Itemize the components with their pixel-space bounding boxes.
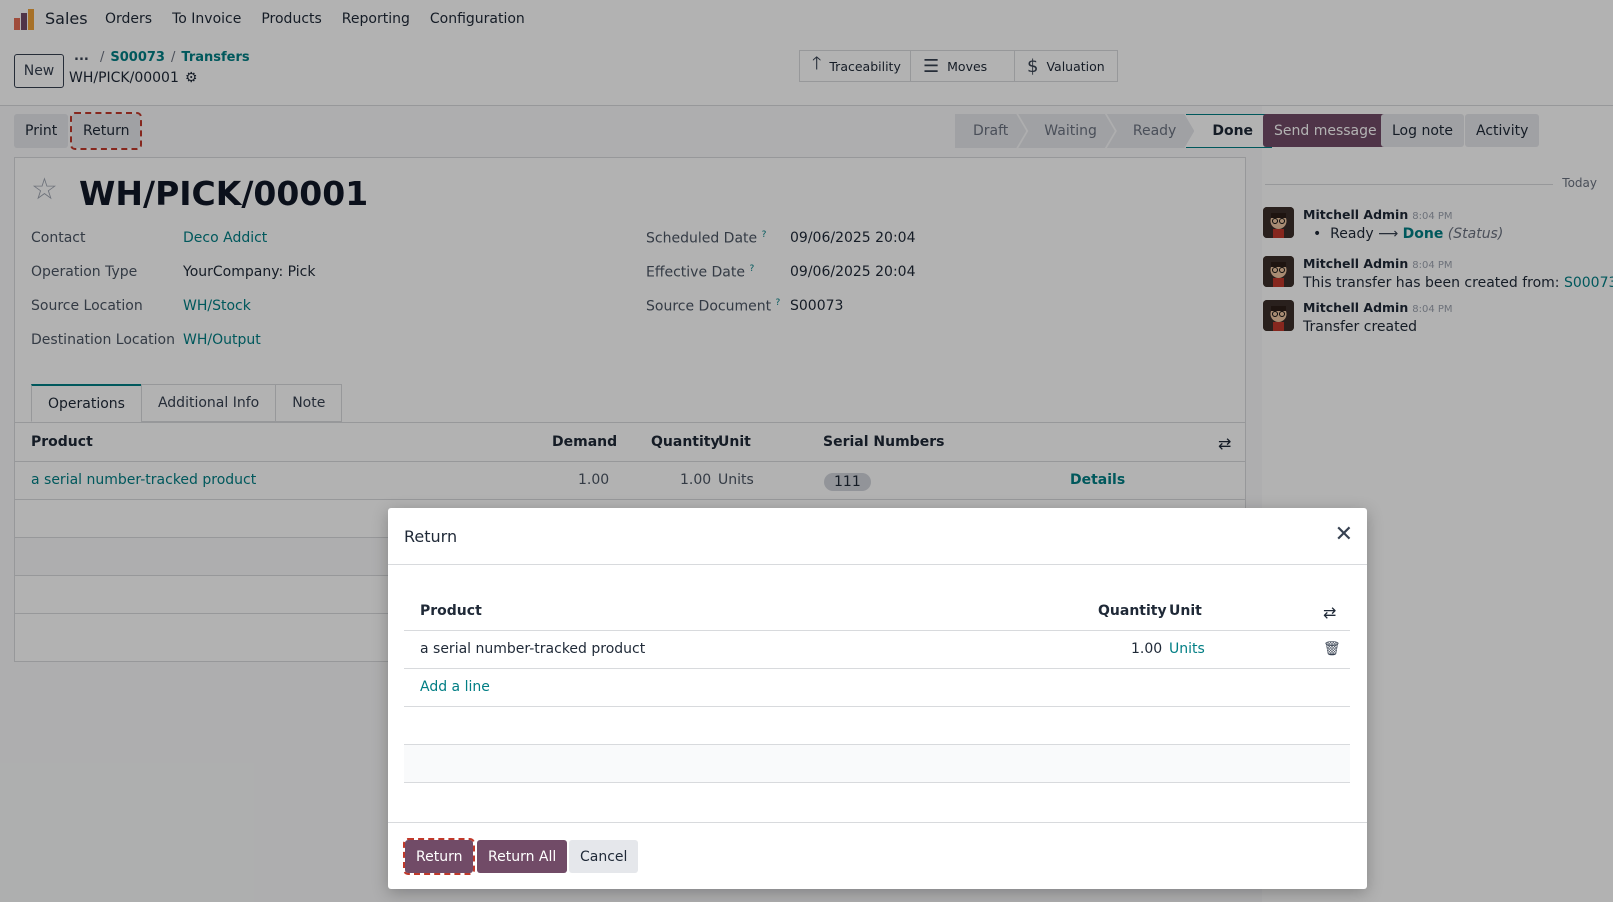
empty-row bbox=[404, 707, 1350, 745]
return-product[interactable]: a serial number-tracked product bbox=[420, 641, 645, 657]
dialog-header: Return ✕ bbox=[388, 508, 1367, 565]
close-icon[interactable]: ✕ bbox=[1335, 522, 1353, 547]
return-table-header: Product Quantity Unit ⇄ bbox=[404, 593, 1350, 631]
return-unit[interactable]: Units bbox=[1169, 641, 1205, 657]
add-line-link[interactable]: Add a line bbox=[420, 679, 490, 695]
table-row[interactable]: a serial number-tracked product 1.00 Uni… bbox=[404, 631, 1350, 669]
return-all-button[interactable]: Return All bbox=[477, 840, 568, 873]
add-line-row: Add a line bbox=[404, 669, 1350, 707]
return-dialog: Return ✕ Product Quantity Unit ⇄ a seria… bbox=[388, 508, 1367, 889]
empty-row bbox=[404, 745, 1350, 783]
return-quantity[interactable]: 1.00 bbox=[1131, 641, 1162, 657]
column-settings-icon[interactable]: ⇄ bbox=[1323, 603, 1336, 622]
return-confirm-button[interactable]: Return bbox=[402, 838, 476, 875]
col-unit[interactable]: Unit bbox=[1169, 603, 1202, 619]
col-product[interactable]: Product bbox=[420, 603, 482, 619]
col-quantity[interactable]: Quantity bbox=[1098, 603, 1167, 619]
cancel-button[interactable]: Cancel bbox=[569, 840, 639, 873]
dialog-title: Return bbox=[404, 527, 458, 546]
dialog-footer: Return Return All Cancel bbox=[388, 822, 1367, 889]
trash-icon[interactable]: 🗑 bbox=[1323, 641, 1341, 657]
